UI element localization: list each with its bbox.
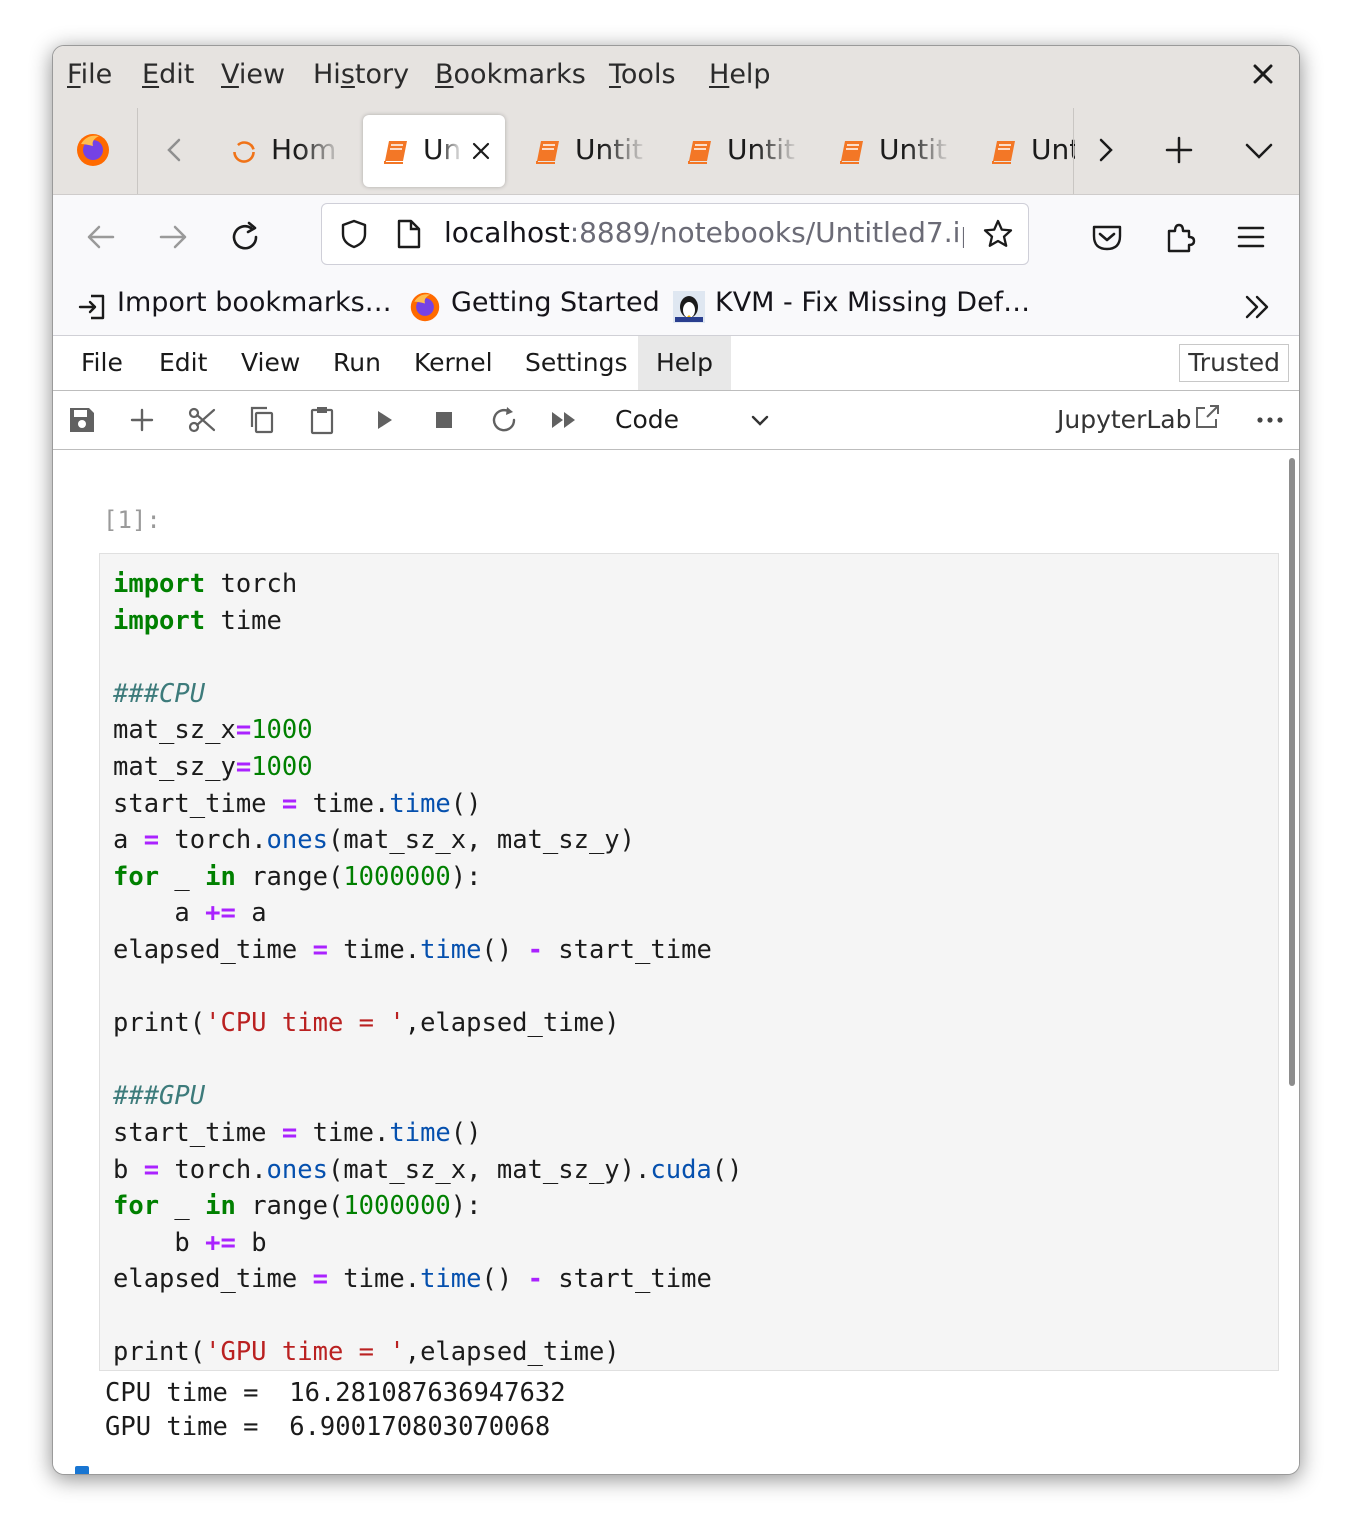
reload-icon[interactable]: [227, 219, 263, 255]
output-line-gpu: GPU time = 6.900170803070068: [105, 1412, 551, 1442]
notebook-icon: [688, 141, 711, 164]
cut-icon[interactable]: [187, 405, 217, 435]
tab-label: Untit: [879, 133, 947, 166]
active-cell-marker: [75, 1466, 89, 1474]
notebook-icon: [536, 141, 559, 164]
chevron-down-icon[interactable]: [749, 409, 771, 431]
tab-separator: [1073, 108, 1074, 194]
tracking-protection-shield-icon[interactable]: [338, 218, 370, 250]
menu-history[interactable]: History: [313, 59, 409, 90]
notebook-toolbar: Code JupyterLab: [53, 391, 1299, 450]
code-cell-editor[interactable]: import torch import time ###CPU mat_sz_x…: [99, 553, 1279, 1371]
menu-help[interactable]: Help: [709, 59, 771, 90]
bookmark-kvm[interactable]: KVM - Fix Missing Def…: [715, 287, 1030, 318]
notebook-icon: [840, 141, 863, 164]
bookmark-getting-started[interactable]: Getting Started: [451, 287, 660, 318]
menu-edit[interactable]: Edit: [142, 59, 194, 90]
tab-label: Hom: [271, 133, 337, 166]
tab-active-notebook[interactable]: Un: [363, 115, 505, 187]
bookmark-star-icon[interactable]: [982, 218, 1014, 250]
restart-icon[interactable]: [489, 405, 519, 435]
cell-input-prompt: [1]:: [103, 506, 161, 534]
app-menu-hamburger-icon[interactable]: [1233, 219, 1269, 255]
bookmark-import[interactable]: Import bookmarks…: [117, 287, 392, 318]
more-options-icon[interactable]: [1255, 405, 1285, 435]
tab-notebook[interactable]: Untit: [515, 115, 657, 187]
cell-type-select[interactable]: Code: [615, 405, 679, 434]
paste-icon[interactable]: [307, 405, 337, 435]
tux-icon: [673, 291, 705, 323]
jupyter-menu-run[interactable]: Run: [315, 336, 399, 390]
scroll-tabs-left-icon[interactable]: [157, 132, 193, 168]
fast-forward-icon[interactable]: [549, 405, 579, 435]
tab-separator: [137, 108, 138, 194]
extensions-icon[interactable]: [1161, 219, 1197, 255]
page-info-icon[interactable]: [396, 218, 422, 250]
open-in-jupyterlab-link[interactable]: JupyterLab: [1057, 405, 1191, 434]
url-bar[interactable]: localhost:8889/notebooks/Untitled7.ip: [321, 203, 1029, 265]
menu-view[interactable]: View: [221, 59, 285, 90]
jupyter-menubar: File Edit View Run Kernel Settings Help …: [53, 336, 1299, 391]
copy-icon[interactable]: [247, 405, 277, 435]
jupyter-menu-kernel[interactable]: Kernel: [396, 336, 511, 390]
output-line-cpu: CPU time = 16.281087636947632: [105, 1378, 566, 1408]
tab-home[interactable]: Hom: [211, 115, 353, 187]
jupyter-menu-view[interactable]: View: [223, 336, 318, 390]
import-icon: [78, 294, 105, 320]
menu-file[interactable]: File: [67, 59, 112, 90]
vertical-scrollbar[interactable]: [1289, 458, 1295, 1086]
bookmarks-overflow-icon[interactable]: [1241, 291, 1273, 323]
scroll-tabs-right-icon[interactable]: [1087, 132, 1123, 168]
menu-bookmarks[interactable]: Bookmarks: [435, 59, 586, 90]
tab-notebook[interactable]: Untit: [667, 115, 809, 187]
new-tab-icon[interactable]: [1161, 132, 1197, 168]
pocket-icon[interactable]: [1089, 219, 1125, 255]
save-icon[interactable]: [67, 405, 97, 435]
add-cell-icon[interactable]: [127, 405, 157, 435]
tab-label: Untit: [575, 133, 643, 166]
tab-label: Un: [423, 133, 462, 166]
jupyter-menu-edit[interactable]: Edit: [141, 336, 225, 390]
notebook-panel: [1]: import torch import time ###CPU mat…: [53, 450, 1299, 1474]
browser-window: File Edit View History Bookmarks Tools H…: [52, 45, 1300, 1475]
tab-label: Unt: [1031, 133, 1075, 166]
loading-spinner-icon: [233, 141, 255, 163]
window-close-icon[interactable]: [1251, 62, 1275, 86]
cell-output: CPU time = 16.281087636947632 GPU time = …: [105, 1376, 566, 1444]
tab-notebook[interactable]: Unt: [971, 115, 1075, 187]
list-all-tabs-icon[interactable]: [1241, 132, 1277, 168]
external-link-icon[interactable]: [1193, 403, 1221, 431]
notebook-icon: [384, 141, 407, 164]
bookmarks-toolbar: Import bookmarks… Getting Started KVM - …: [53, 279, 1299, 336]
menu-tools[interactable]: Tools: [609, 59, 676, 90]
notebook-icon: [992, 141, 1015, 164]
run-icon[interactable]: [369, 405, 399, 435]
stop-icon[interactable]: [429, 405, 459, 435]
jupyter-menu-file[interactable]: File: [63, 336, 141, 390]
trusted-indicator[interactable]: Trusted: [1179, 344, 1289, 382]
tab-label: Untit: [727, 133, 795, 166]
back-icon[interactable]: [83, 219, 119, 255]
tab-notebook[interactable]: Untit: [819, 115, 961, 187]
nav-bar: localhost:8889/notebooks/Untitled7.ip: [53, 195, 1299, 279]
url-text[interactable]: localhost:8889/notebooks/Untitled7.ip: [444, 216, 964, 249]
jupyter-menu-settings[interactable]: Settings: [507, 336, 646, 390]
firefox-icon: [410, 292, 440, 322]
tab-strip: Hom Un Untit Untit Untit Un: [53, 108, 1299, 195]
forward-icon[interactable]: [155, 219, 191, 255]
firefox-view-icon[interactable]: [75, 132, 111, 168]
browser-menubar: File Edit View History Bookmarks Tools H…: [53, 46, 1299, 108]
tab-close-icon[interactable]: [471, 141, 491, 161]
jupyter-menu-help[interactable]: Help: [638, 336, 731, 390]
